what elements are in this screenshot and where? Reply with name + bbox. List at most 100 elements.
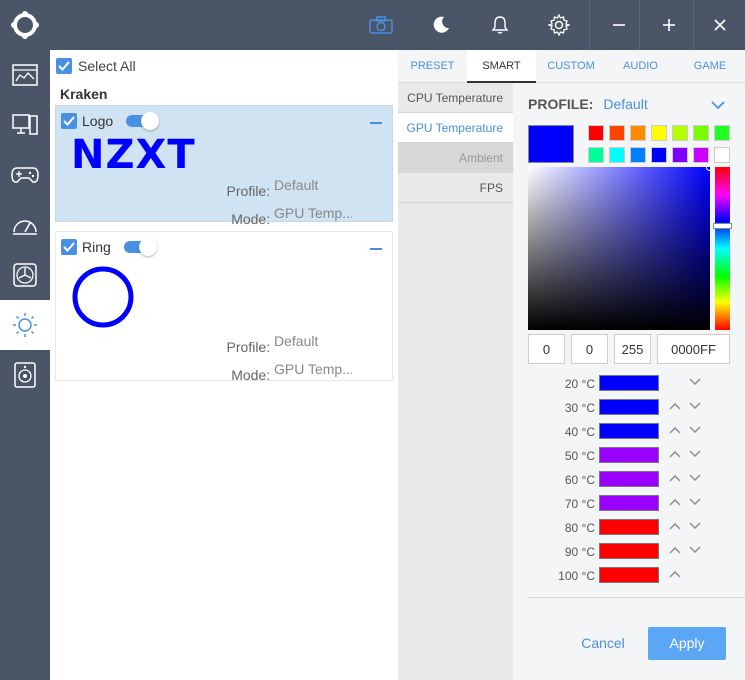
profile-value: Default (274, 177, 319, 193)
nav-monitoring-icon[interactable] (0, 50, 50, 100)
smart-item-ambient[interactable]: Ambient (398, 143, 513, 173)
color-swatch[interactable] (672, 147, 688, 163)
chevron-down-icon[interactable] (688, 447, 702, 461)
picker-cursor[interactable] (706, 164, 713, 171)
color-swatch[interactable] (651, 125, 667, 141)
nav-audio-speaker-icon[interactable] (0, 350, 50, 400)
gradient-temperature: 80 °C (564, 521, 595, 535)
ring-collapse-icon[interactable] (370, 248, 382, 250)
hue-slider[interactable] (715, 167, 730, 330)
chevron-up-icon[interactable] (668, 423, 682, 437)
tab-audio[interactable]: AUDIO (606, 50, 675, 83)
gear-icon[interactable] (530, 0, 588, 50)
chevron-down-icon[interactable] (688, 423, 702, 437)
chevron-up-icon[interactable] (668, 471, 682, 485)
gradient-row: 20 °C (513, 372, 745, 396)
chevron-up-icon[interactable] (668, 399, 682, 413)
logo-collapse-icon[interactable] (370, 122, 382, 124)
smart-item-fps[interactable]: FPS (398, 173, 513, 203)
gradient-color-bar[interactable] (599, 495, 659, 511)
logo-card-name: Logo (82, 113, 114, 129)
color-swatch[interactable] (588, 147, 604, 163)
gradient-row: 60 °C (513, 468, 745, 492)
chevron-down-icon[interactable] (688, 543, 702, 557)
color-swatch[interactable] (714, 147, 730, 163)
profile-selector[interactable]: PROFILE: Default (528, 96, 648, 112)
gradient-temperature: 40 °C (564, 425, 595, 439)
nav-tuning-gauge-icon[interactable] (0, 200, 50, 250)
logo-device-card[interactable]: Logo NZXT Profile: Default Mode: GPU Tem… (55, 105, 393, 227)
chevron-down-icon[interactable] (711, 100, 725, 110)
ring-card-name: Ring (82, 239, 111, 255)
color-swatch[interactable] (651, 147, 667, 163)
close-icon[interactable] (694, 0, 745, 50)
ring-toggle[interactable] (123, 238, 157, 256)
gradient-color-bar[interactable] (599, 519, 659, 535)
saturation-value-picker[interactable] (528, 167, 710, 330)
chevron-up-icon[interactable] (668, 447, 682, 461)
chevron-down-icon[interactable] (688, 375, 702, 389)
color-swatch[interactable] (693, 125, 709, 141)
apply-button[interactable]: Apply (648, 627, 726, 660)
nzxt-logo-preview: NZXT (71, 132, 196, 178)
bell-icon[interactable] (471, 0, 529, 50)
gradient-color-bar[interactable] (599, 471, 659, 487)
color-swatch[interactable] (609, 147, 625, 163)
chevron-down-icon[interactable] (688, 399, 702, 413)
logo-checkbox[interactable] (61, 113, 77, 129)
color-swatch[interactable] (672, 125, 688, 141)
ring-checkbox[interactable] (61, 239, 77, 255)
chevron-up-icon[interactable] (668, 543, 682, 557)
gradient-row: 70 °C (513, 492, 745, 516)
color-swatch[interactable] (609, 125, 625, 141)
nav-cooling-fan-icon[interactable] (0, 250, 50, 300)
tab-custom[interactable]: CUSTOM (536, 50, 606, 83)
nav-games-icon[interactable] (0, 150, 50, 200)
chevron-up-icon[interactable] (668, 495, 682, 509)
color-swatch[interactable] (714, 125, 730, 141)
tab-smart[interactable]: SMART (467, 50, 536, 83)
color-swatch[interactable] (588, 125, 604, 141)
smart-item-cpu-temperature[interactable]: CPU Temperature (398, 83, 513, 113)
logo-toggle[interactable] (126, 112, 160, 130)
maximize-icon[interactable] (640, 0, 698, 50)
gradient-row: 90 °C (513, 540, 745, 564)
smart-mode-list: CPU Temperature GPU Temperature Ambient … (398, 83, 513, 680)
cancel-button[interactable]: Cancel (573, 627, 633, 660)
blue-input[interactable]: 255 (614, 334, 651, 364)
nav-lighting-sun-icon[interactable] (0, 300, 50, 350)
gradient-color-bar[interactable] (599, 567, 659, 583)
gradient-color-bar[interactable] (599, 447, 659, 463)
gradient-temperature: 60 °C (564, 473, 595, 487)
chevron-up-icon[interactable] (668, 567, 682, 581)
nzxt-cam-logo-icon[interactable] (0, 0, 50, 50)
chevron-down-icon[interactable] (688, 495, 702, 509)
tab-game[interactable]: GAME (675, 50, 745, 83)
ring-device-card[interactable]: Ring Profile: Default Mode: GPU Temp... (55, 231, 393, 383)
color-swatch[interactable] (630, 125, 646, 141)
checkbox-icon[interactable] (56, 58, 72, 74)
chevron-down-icon[interactable] (688, 519, 702, 533)
green-input[interactable]: 0 (571, 334, 608, 364)
color-swatch[interactable] (630, 147, 646, 163)
chevron-down-icon[interactable] (688, 471, 702, 485)
gradient-color-bar[interactable] (599, 423, 659, 439)
divider (528, 597, 745, 598)
tab-preset[interactable]: PRESET (398, 50, 467, 83)
hue-slider-thumb[interactable] (713, 223, 732, 229)
camera-icon[interactable] (352, 0, 410, 50)
gradient-color-bar[interactable] (599, 399, 659, 415)
moon-icon[interactable] (412, 0, 470, 50)
hex-input[interactable]: 0000FF (657, 334, 730, 364)
red-input[interactable]: 0 (528, 334, 565, 364)
smart-item-gpu-temperature[interactable]: GPU Temperature (398, 113, 513, 143)
select-all-label: Select All (78, 58, 136, 74)
color-swatch[interactable] (693, 147, 709, 163)
select-all-checkbox[interactable]: Select All (56, 58, 136, 74)
gradient-row: 50 °C (513, 444, 745, 468)
chevron-up-icon[interactable] (668, 519, 682, 533)
gradient-color-bar[interactable] (599, 375, 659, 391)
device-panel: Select All Kraken Logo NZXT Profile: Def… (50, 50, 398, 680)
gradient-color-bar[interactable] (599, 543, 659, 559)
nav-pc-icon[interactable] (0, 100, 50, 150)
